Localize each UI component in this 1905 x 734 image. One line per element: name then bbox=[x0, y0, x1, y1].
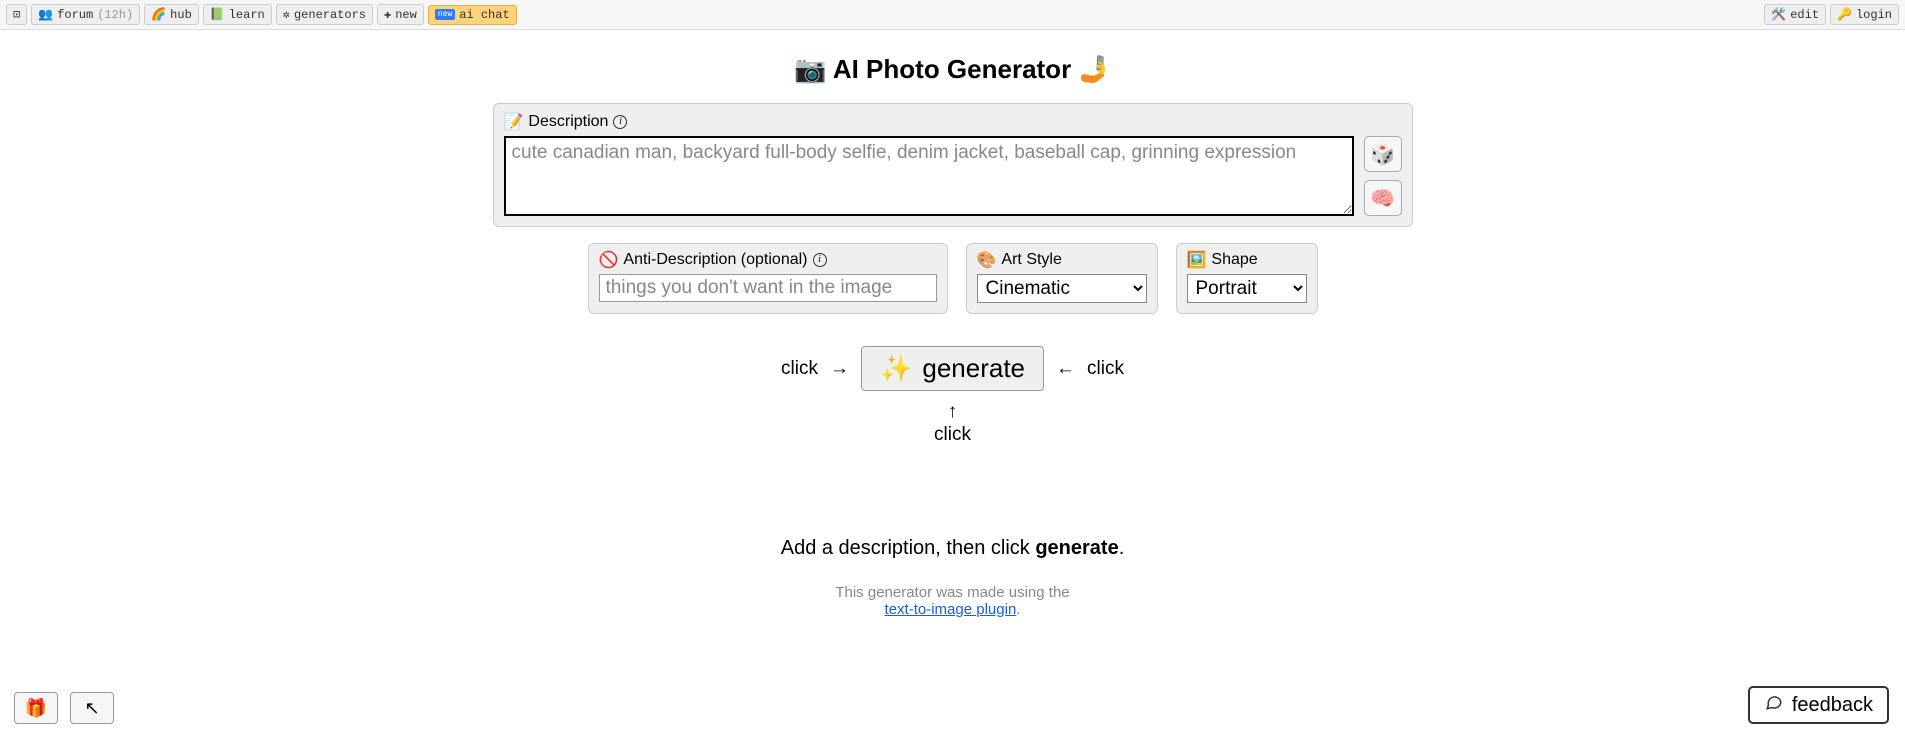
key-icon: 🔑 bbox=[1837, 7, 1852, 22]
dice-icon: 🎲 bbox=[1370, 142, 1395, 167]
nav-ai-chat-label: ai chat bbox=[459, 8, 509, 22]
nav-edit[interactable]: 🛠️ edit bbox=[1764, 4, 1826, 25]
footnote: This generator was made using the text-t… bbox=[483, 584, 1423, 618]
main-content: 📷 AI Photo Generator 🤳 📝 Description i 🎲… bbox=[473, 30, 1433, 658]
picture-icon: 🖼️ bbox=[1187, 250, 1207, 270]
page-title: 📷 AI Photo Generator 🤳 bbox=[483, 54, 1423, 85]
generators-icon: ✲ bbox=[283, 7, 290, 22]
title-text: AI Photo Generator bbox=[833, 54, 1071, 84]
description-label-row: 📝 Description i bbox=[504, 112, 1402, 132]
nav-new[interactable]: ✚ new bbox=[377, 4, 424, 25]
art-style-select[interactable]: Cinematic bbox=[977, 274, 1147, 303]
nav-new-label: new bbox=[395, 8, 417, 22]
random-dice-button[interactable]: 🎲 bbox=[1364, 136, 1402, 172]
instruction-bold: generate bbox=[1035, 537, 1118, 559]
description-label: Description bbox=[528, 113, 608, 131]
memo-icon: 📝 bbox=[504, 112, 524, 132]
tools-icon: 🛠️ bbox=[1771, 7, 1786, 22]
footnote-pre: This generator was made using the bbox=[835, 584, 1069, 601]
perchance-icon: ⊡ bbox=[13, 7, 20, 22]
people-icon: 👥 bbox=[38, 7, 53, 22]
arrow-left-icon: ← bbox=[1056, 358, 1075, 380]
feedback-button[interactable]: feedback bbox=[1748, 686, 1889, 724]
arrow-nw-icon: ↖ bbox=[84, 698, 99, 719]
arrow-up-icon: ↑ bbox=[483, 401, 1423, 424]
anti-description-panel: 🚫 Anti-Description (optional) i bbox=[588, 243, 948, 314]
arrow-right-icon: → bbox=[830, 358, 849, 380]
art-style-label: Art Style bbox=[1001, 251, 1061, 269]
scroll-top-button[interactable]: ↖ bbox=[70, 692, 114, 724]
info-icon[interactable]: i bbox=[613, 115, 627, 129]
click-hint-bottom: click bbox=[483, 424, 1423, 447]
nav-generators-label: generators bbox=[294, 8, 366, 22]
anti-description-label: Anti-Description (optional) bbox=[623, 251, 807, 269]
click-hint-below: ↑ click bbox=[483, 401, 1423, 447]
nav-generators[interactable]: ✲ generators bbox=[276, 4, 373, 25]
brain-icon: 🧠 bbox=[1370, 186, 1395, 211]
art-style-panel: 🎨 Art Style Cinematic bbox=[966, 243, 1158, 314]
new-badge: new bbox=[435, 9, 455, 20]
nav-ai-chat[interactable]: new ai chat bbox=[428, 5, 517, 25]
shape-select[interactable]: Portrait bbox=[1187, 274, 1307, 303]
description-input[interactable] bbox=[504, 136, 1354, 216]
feedback-label: feedback bbox=[1792, 694, 1873, 717]
palette-icon: 🎨 bbox=[977, 250, 997, 270]
instruction-text: Add a description, then click generate. bbox=[483, 537, 1423, 560]
description-panel: 📝 Description i 🎲 🧠 bbox=[493, 103, 1413, 227]
nav-forum-label: forum bbox=[57, 8, 93, 22]
gift-icon: 🎁 bbox=[25, 698, 47, 719]
options-row: 🚫 Anti-Description (optional) i 🎨 Art St… bbox=[483, 243, 1423, 314]
book-icon: 📗 bbox=[210, 7, 225, 22]
nav-login[interactable]: 🔑 login bbox=[1830, 4, 1899, 25]
nav-learn[interactable]: 📗 learn bbox=[203, 4, 272, 25]
nav-hub[interactable]: 🌈 hub bbox=[144, 4, 199, 25]
footnote-post: . bbox=[1016, 601, 1020, 618]
nav-login-label: login bbox=[1856, 8, 1892, 22]
nav-hub-label: hub bbox=[170, 8, 192, 22]
sparkles-icon: ✨ bbox=[880, 353, 912, 384]
click-hint-left: click bbox=[781, 358, 818, 380]
camera-icon: 📷 bbox=[794, 54, 826, 84]
nav-forum-time: (12h) bbox=[97, 8, 133, 22]
nav-perchance-logo[interactable]: ⊡ bbox=[6, 4, 27, 25]
gift-button[interactable]: 🎁 bbox=[14, 692, 58, 724]
bottom-left-controls: 🎁 ↖ bbox=[14, 692, 114, 724]
nav-learn-label: learn bbox=[229, 8, 265, 22]
rainbow-icon: 🌈 bbox=[151, 7, 166, 22]
shape-label: Shape bbox=[1211, 251, 1257, 269]
no-entry-icon: 🚫 bbox=[599, 250, 619, 270]
generate-button[interactable]: ✨ generate bbox=[861, 346, 1044, 391]
generate-button-label: generate bbox=[922, 353, 1025, 384]
click-hint-right: click bbox=[1087, 358, 1124, 380]
shape-panel: 🖼️ Shape Portrait bbox=[1176, 243, 1318, 314]
selfie-icon: 🤳 bbox=[1078, 54, 1110, 84]
nav-forum[interactable]: 👥 forum (12h) bbox=[31, 4, 140, 25]
plus-icon: ✚ bbox=[384, 7, 391, 22]
anti-description-input[interactable] bbox=[599, 274, 937, 302]
instruction-post: . bbox=[1119, 537, 1125, 559]
generate-row: click → ✨ generate ← click bbox=[483, 346, 1423, 391]
speech-bubble-icon bbox=[1764, 693, 1784, 717]
text-to-image-plugin-link[interactable]: text-to-image plugin bbox=[885, 601, 1017, 618]
info-icon[interactable]: i bbox=[813, 253, 827, 267]
ai-suggest-button[interactable]: 🧠 bbox=[1364, 180, 1402, 216]
top-nav: ⊡ 👥 forum (12h) 🌈 hub 📗 learn ✲ generato… bbox=[0, 0, 1905, 30]
instruction-pre: Add a description, then click bbox=[781, 537, 1036, 559]
nav-edit-label: edit bbox=[1790, 8, 1819, 22]
